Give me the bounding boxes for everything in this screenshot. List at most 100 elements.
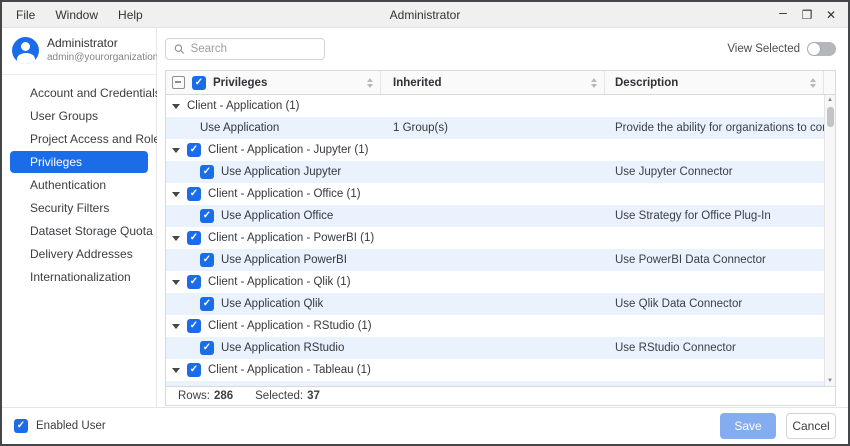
sidebar-item-dataset-storage-quota[interactable]: Dataset Storage Quota xyxy=(10,220,148,242)
caret-down-icon[interactable] xyxy=(172,192,180,197)
caret-down-icon[interactable] xyxy=(172,236,180,241)
sidebar-item-project-access-and-roles[interactable]: Project Access and Roles xyxy=(10,128,148,150)
sort-icon[interactable] xyxy=(591,78,597,88)
row-checkbox[interactable] xyxy=(200,209,214,223)
column-header-description[interactable]: Description xyxy=(615,77,678,89)
view-selected-toggle[interactable] xyxy=(807,42,836,56)
row-checkbox[interactable] xyxy=(200,253,214,267)
table-footer: Rows: 286 Selected: 37 xyxy=(166,386,835,405)
save-button[interactable]: Save xyxy=(720,413,776,439)
vertical-scrollbar[interactable]: ▲ ▼ xyxy=(824,95,835,386)
row-inherited: 1 Group(s) xyxy=(381,117,605,139)
table-header: Privileges Inherited Description xyxy=(166,71,835,95)
enabled-user-label: Enabled User xyxy=(36,420,106,432)
column-header-privileges[interactable]: Privileges xyxy=(213,77,267,89)
table-body-wrap: Client - Application (1) Use Application… xyxy=(166,95,835,386)
table-row[interactable]: Client - Application (1) xyxy=(166,95,835,117)
sort-icon[interactable] xyxy=(810,78,816,88)
cancel-button[interactable]: Cancel xyxy=(786,413,836,439)
row-description: Use RStudio Connector xyxy=(605,337,835,359)
enabled-user-checkbox[interactable] xyxy=(14,419,28,433)
row-inherited xyxy=(381,337,605,359)
close-icon[interactable]: ✕ xyxy=(820,5,842,25)
menu-window[interactable]: Window xyxy=(47,6,106,24)
row-checkbox[interactable] xyxy=(200,165,214,179)
row-description: Use Jupyter Connector xyxy=(605,161,835,183)
table-row[interactable]: Use Application Qlik Use Qlik Data Conne… xyxy=(166,293,835,315)
row-inherited xyxy=(381,359,605,381)
row-checkbox[interactable] xyxy=(200,297,214,311)
row-description xyxy=(605,183,835,205)
table-row[interactable]: Client - Application - Office (1) xyxy=(166,183,835,205)
select-all-checkbox[interactable] xyxy=(192,76,206,90)
row-inherited xyxy=(381,315,605,337)
administrator-window: File Window Help Administrator – ❐ ✕ Adm… xyxy=(0,0,850,446)
row-label: Use Application PowerBI xyxy=(221,254,347,266)
table-body: Client - Application (1) Use Application… xyxy=(166,95,835,381)
sidebar-item-authentication[interactable]: Authentication xyxy=(10,174,148,196)
caret-down-icon[interactable] xyxy=(172,368,180,373)
privileges-table: Privileges Inherited Description xyxy=(165,70,836,406)
row-label: Client - Application - PowerBI (1) xyxy=(208,232,374,244)
sidebar-item-internationalization[interactable]: Internationalization xyxy=(10,266,148,288)
table-row[interactable]: Use Application PowerBI Use PowerBI Data… xyxy=(166,249,835,271)
sidebar-item-security-filters[interactable]: Security Filters xyxy=(10,197,148,219)
row-checkbox[interactable] xyxy=(187,143,201,157)
table-row[interactable]: Client - Application - Qlik (1) xyxy=(166,271,835,293)
sort-icon[interactable] xyxy=(367,78,373,88)
caret-down-icon[interactable] xyxy=(172,324,180,329)
row-inherited xyxy=(381,161,605,183)
table-row[interactable]: Client - Application - PowerBI (1) xyxy=(166,227,835,249)
collapse-all-icon[interactable] xyxy=(172,76,185,89)
sidebar-item-delivery-addresses[interactable]: Delivery Addresses xyxy=(10,243,148,265)
caret-down-icon[interactable] xyxy=(172,280,180,285)
row-description xyxy=(605,315,835,337)
sidebar-item-label: User Groups xyxy=(30,109,98,123)
search-input[interactable] xyxy=(191,43,316,55)
sidebar-item-privileges[interactable]: Privileges xyxy=(10,151,148,173)
row-checkbox[interactable] xyxy=(187,231,201,245)
selected-count: 37 xyxy=(307,390,320,402)
minimize-icon[interactable]: – xyxy=(772,5,794,25)
row-checkbox[interactable] xyxy=(200,341,214,355)
sidebar-item-user-groups[interactable]: User Groups xyxy=(10,105,148,127)
table-row[interactable]: Use Application RStudio Use RStudio Conn… xyxy=(166,337,835,359)
row-checkbox[interactable] xyxy=(187,275,201,289)
row-inherited xyxy=(381,183,605,205)
row-inherited xyxy=(381,205,605,227)
table-row[interactable]: Use Application 1 Group(s) Provide the a… xyxy=(166,117,835,139)
row-description xyxy=(605,359,835,381)
row-description xyxy=(605,227,835,249)
table-row[interactable]: Use Application Office Use Strategy for … xyxy=(166,205,835,227)
menu-help[interactable]: Help xyxy=(110,6,151,24)
row-description xyxy=(605,271,835,293)
row-inherited xyxy=(381,227,605,249)
row-checkbox[interactable] xyxy=(187,319,201,333)
rows-label: Rows: xyxy=(178,390,210,402)
scroll-up-icon[interactable]: ▲ xyxy=(827,95,833,105)
scrollbar-thumb[interactable] xyxy=(827,107,834,127)
row-label: Use Application Qlik xyxy=(221,298,323,310)
table-row[interactable]: Client - Application - RStudio (1) xyxy=(166,315,835,337)
sidebar-item-label: Security Filters xyxy=(30,201,109,215)
menu-bar: File Window Help xyxy=(2,6,151,24)
row-description: Use Strategy for Office Plug-In xyxy=(605,205,835,227)
row-label: Client - Application - Office (1) xyxy=(208,188,361,200)
sidebar-item-account-and-credentials[interactable]: Account and Credentials xyxy=(10,82,148,104)
sidebar-item-label: Dataset Storage Quota xyxy=(30,224,153,238)
row-checkbox[interactable] xyxy=(187,363,201,377)
table-row[interactable]: Client - Application - Jupyter (1) xyxy=(166,139,835,161)
column-header-inherited[interactable]: Inherited xyxy=(393,77,442,89)
caret-down-icon[interactable] xyxy=(172,104,180,109)
row-label: Client - Application - Jupyter (1) xyxy=(208,144,368,156)
table-row[interactable]: Client - Application - Tableau (1) xyxy=(166,359,835,381)
scroll-down-icon[interactable]: ▼ xyxy=(827,376,833,386)
caret-down-icon[interactable] xyxy=(172,148,180,153)
row-description xyxy=(605,139,835,161)
row-description xyxy=(605,95,835,117)
maximize-icon[interactable]: ❐ xyxy=(796,5,818,25)
row-checkbox[interactable] xyxy=(187,187,201,201)
menu-file[interactable]: File xyxy=(8,6,43,24)
search-box[interactable] xyxy=(165,38,325,60)
table-row[interactable]: Use Application Jupyter Use Jupyter Conn… xyxy=(166,161,835,183)
